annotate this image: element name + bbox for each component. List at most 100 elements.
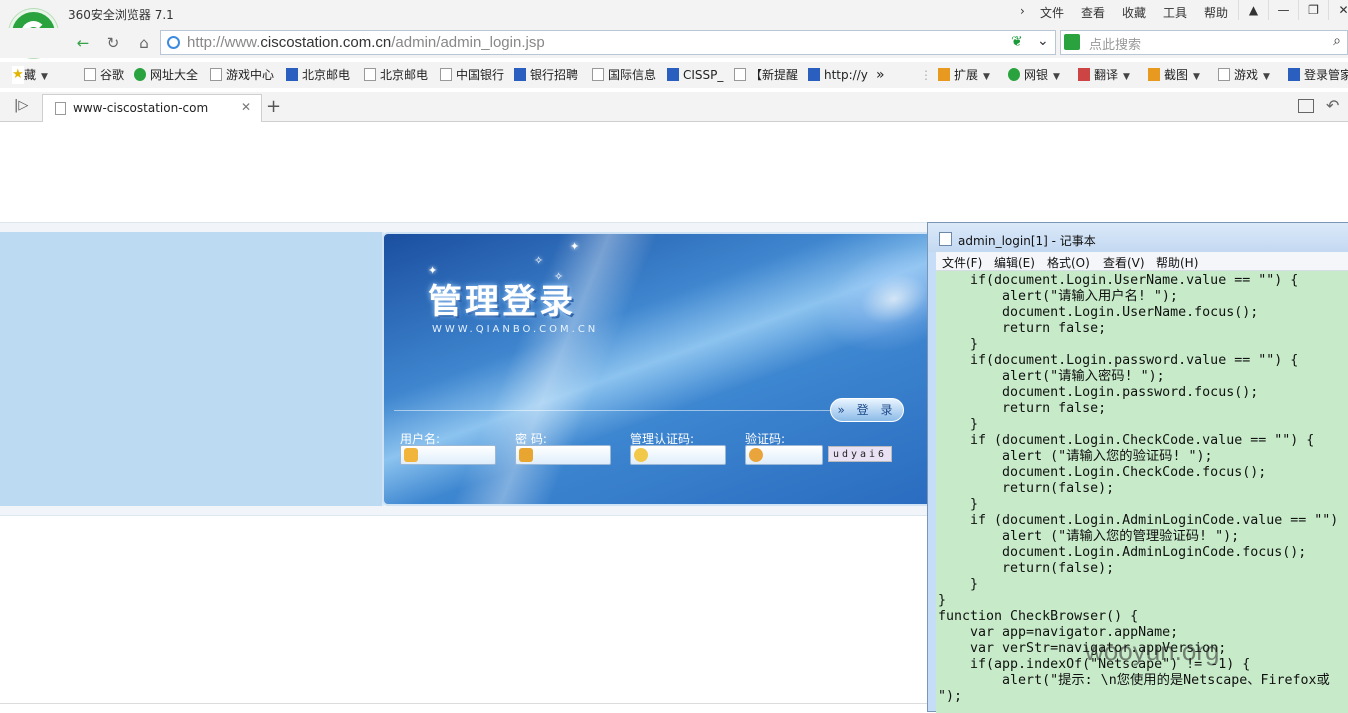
code-line: return(false);	[938, 561, 1115, 576]
home-icon[interactable]: ⌂	[131, 32, 157, 54]
bookmark-bupt-2[interactable]: 北京邮电	[364, 66, 428, 84]
search-engine-icon[interactable]	[1064, 34, 1080, 50]
bookmark-reminder[interactable]: 【新提醒	[734, 66, 798, 84]
login-manager-button[interactable]: 登录管家	[1288, 66, 1348, 84]
code-line: if (document.Login.AdminLoginCode.value …	[938, 513, 1339, 528]
admin-code-input[interactable]	[630, 445, 726, 465]
gear-icon	[634, 448, 648, 462]
star-icon: ★	[12, 66, 24, 84]
code-line: }	[938, 417, 979, 432]
page-icon	[84, 68, 96, 81]
bookmark-bank-jobs[interactable]: 银行招聘	[514, 66, 578, 84]
refresh-icon[interactable]: ↻	[100, 32, 126, 54]
code-line: return false;	[938, 401, 1107, 416]
divider: ⋮	[920, 68, 932, 82]
close-button[interactable]: ✕	[1328, 0, 1348, 20]
notepad-menu-view[interactable]: 查看(V)	[1103, 254, 1145, 271]
menu-help[interactable]: 帮助	[1204, 4, 1228, 21]
notepad-menu-file[interactable]: 文件(F)	[942, 254, 982, 271]
maximize-button[interactable]: ❐	[1298, 0, 1328, 20]
search-box[interactable]: 点此搜索 ⌕	[1060, 30, 1348, 55]
tab-active[interactable]: www-ciscostation-com ✕	[42, 94, 262, 122]
bookmark-cissp[interactable]: CISSP_	[667, 66, 723, 84]
page-icon	[440, 68, 452, 81]
captcha-input[interactable]	[745, 445, 823, 465]
extensions-button[interactable]: 扩展 ▼	[938, 66, 990, 84]
code-line: alert("提示: \n您使用的是Netscape、Firefox或	[938, 673, 1330, 688]
code-line: alert ("请输入您的验证码! ");	[938, 449, 1213, 464]
bookmark-site-nav[interactable]: 网址大全	[134, 66, 198, 84]
menu-file[interactable]: 文件	[1040, 4, 1064, 21]
divider	[0, 703, 927, 704]
bookmark-game-center[interactable]: 游戏中心	[210, 66, 274, 84]
sparkle-icon: ✦	[570, 240, 580, 253]
sidebar-toggle-icon[interactable]: |▷	[14, 98, 28, 113]
ie-icon	[808, 68, 820, 81]
bookmark-boc[interactable]: 中国银行	[440, 66, 504, 84]
screenshot-button[interactable]: 截图 ▼	[1148, 66, 1200, 84]
captcha-image[interactable]: udyai6	[828, 446, 892, 462]
url-text[interactable]: http://www.ciscostation.com.cn/admin/adm…	[187, 34, 545, 51]
tab-title: www-ciscostation-com	[73, 101, 209, 115]
notepad-icon	[939, 232, 952, 246]
minimize-button[interactable]: —	[1268, 0, 1298, 20]
back-arrow-icon[interactable]: ←	[70, 32, 96, 54]
code-line: function CheckBrowser() {	[938, 609, 1139, 624]
code-line: document.Login.password.focus();	[938, 385, 1259, 400]
code-line: document.Login.UserName.focus();	[938, 305, 1259, 320]
new-tab-button[interactable]: +	[266, 96, 281, 117]
bookmark-bupt-1[interactable]: 北京邮电	[286, 66, 350, 84]
code-line: if(document.Login.UserName.value == "") …	[938, 273, 1299, 288]
bookmark-intl-info[interactable]: 国际信息	[592, 66, 656, 84]
bookmark-favorites[interactable]: ★ 收藏 ▼	[12, 66, 48, 84]
menu-tools[interactable]: 工具	[1163, 4, 1187, 21]
notepad-menu-format[interactable]: 格式(O)	[1047, 254, 1090, 271]
ebank-button[interactable]: 网银 ▼	[1008, 66, 1060, 84]
left-decor-panel	[0, 232, 384, 506]
butterfly-icon	[286, 68, 298, 81]
code-line: alert("请输入用户名! ");	[938, 289, 1178, 304]
code-line: document.Login.AdminLoginCode.focus();	[938, 545, 1307, 560]
gamepad-icon	[210, 68, 222, 81]
page-icon	[55, 102, 66, 115]
sparkle-icon: ✧	[534, 254, 544, 267]
notepad-menu-help[interactable]: 帮助(H)	[1156, 254, 1198, 271]
code-line: }	[938, 497, 979, 512]
games-button[interactable]: 游戏 ▼	[1218, 66, 1270, 84]
menu-favorites[interactable]: 收藏	[1122, 4, 1146, 21]
code-line: return false;	[938, 321, 1107, 336]
code-line: }	[938, 577, 979, 592]
divider	[394, 410, 834, 411]
more-bookmarks-icon[interactable]: »	[876, 66, 885, 84]
bookmark-google[interactable]: 谷歌	[84, 66, 124, 84]
notepad-menubar: 文件(F) 编辑(E) 格式(O) 查看(V) 帮助(H)	[936, 252, 1348, 271]
search-icon[interactable]: ⌕	[1333, 33, 1341, 49]
close-tab-icon[interactable]: ✕	[241, 100, 251, 114]
translate-button[interactable]: 翻译 ▼	[1078, 66, 1130, 84]
bookmark-http[interactable]: http://y	[808, 66, 868, 84]
notepad-titlebar[interactable]: admin_login[1] - 记事本	[928, 223, 1348, 252]
password-input[interactable]	[515, 445, 611, 465]
url-bar[interactable]: http://www.ciscostation.com.cn/admin/adm…	[160, 30, 1056, 55]
paw-icon	[514, 68, 526, 81]
login-button[interactable]: » 登 录	[830, 398, 904, 422]
code-line: ");	[938, 689, 963, 704]
notepad-menu-edit[interactable]: 编辑(E)	[994, 254, 1035, 271]
username-input[interactable]	[400, 445, 496, 465]
undo-close-icon[interactable]: ↶	[1326, 96, 1339, 115]
code-line: alert("请输入密码! ");	[938, 369, 1165, 384]
leaf-icon[interactable]: ❦	[1011, 34, 1023, 50]
code-line: document.Login.CheckCode.focus();	[938, 465, 1267, 480]
extension-icon	[938, 68, 950, 81]
login-subtitle: WWW.QIANBO.COM.CN	[432, 324, 599, 335]
paw-icon	[667, 68, 679, 81]
search-input[interactable]: 点此搜索	[1089, 34, 1141, 53]
restore-tabs-icon[interactable]	[1298, 99, 1314, 113]
menu-view[interactable]: 查看	[1081, 4, 1105, 21]
code-line: return(false);	[938, 481, 1115, 496]
gamepad-icon	[1218, 68, 1230, 81]
chevron-down-icon[interactable]: ⌄	[1037, 33, 1049, 49]
skin-icon[interactable]: ▲	[1238, 0, 1268, 20]
page-icon	[734, 68, 746, 81]
collapse-chevron-icon[interactable]: ›	[1020, 4, 1025, 18]
